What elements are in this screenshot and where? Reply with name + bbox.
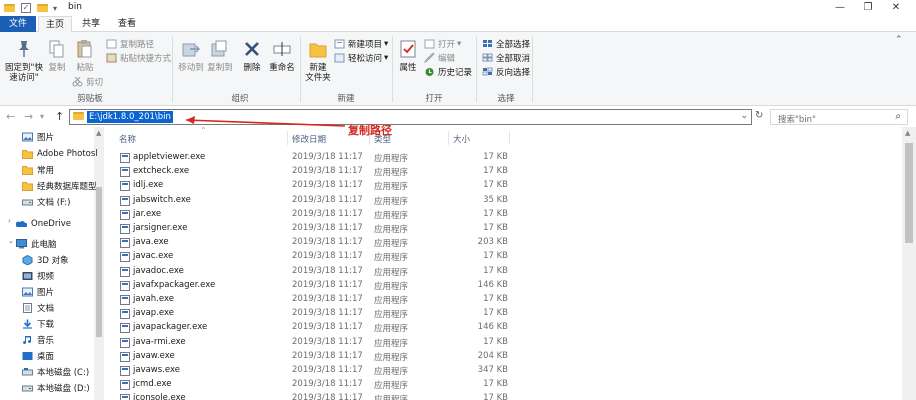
file-explorer-window: ✓ ▾ bin — ❐ ✕ 文件 主页 共享 查看 固定到"快 速访问" 复制 … xyxy=(0,0,916,400)
annotation-arrow xyxy=(185,116,346,127)
annotation-text: 复制路径 xyxy=(348,124,392,137)
